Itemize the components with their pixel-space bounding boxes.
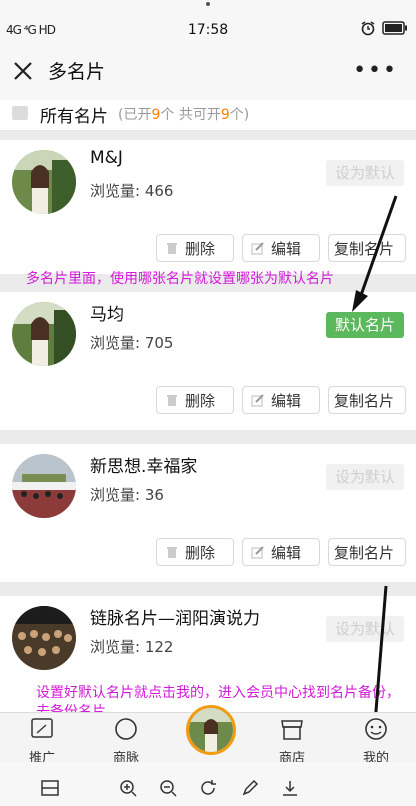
card-actions: 删除 编辑 复制名片 (156, 386, 406, 414)
title-bar: 多名片 ••• (0, 42, 416, 101)
total-count: 9 (220, 107, 230, 123)
more-options-icon[interactable]: ••• (353, 58, 398, 83)
edit-label: 编辑 (271, 543, 302, 562)
tab-mine[interactable]: 我的 (346, 715, 406, 766)
bottom-toolbar (0, 762, 416, 806)
card-views: 浏览量: 122 (90, 638, 174, 656)
edit-button[interactable]: 编辑 (242, 234, 320, 262)
card-name: 新思想.幸福家 (90, 457, 198, 477)
card-name: 马均 (90, 305, 124, 325)
copy-label: 复制名片 (334, 543, 395, 562)
copy-label: 复制名片 (334, 239, 395, 258)
info-suffix: 个) (229, 107, 250, 123)
folder-icon (12, 106, 28, 120)
info-middle: 个 共可开 (160, 107, 221, 123)
zoom-in-icon[interactable] (118, 778, 138, 798)
edit-icon (251, 546, 264, 559)
pencil-icon[interactable] (240, 778, 260, 798)
copy-card-button[interactable]: 复制名片 (328, 538, 406, 566)
alarm-icon (361, 21, 375, 36)
tab-network[interactable]: 商脉 (96, 715, 156, 766)
header-label: 所有名片 (40, 107, 108, 127)
edit-icon (251, 394, 264, 407)
info-prefix: (已开 (118, 107, 152, 123)
page-title: 多名片 (48, 61, 106, 83)
camera-dot (206, 2, 210, 6)
delete-button[interactable]: 删除 (156, 234, 234, 262)
tab-center-avatar[interactable] (186, 705, 236, 755)
tab-shop[interactable]: 商店 (262, 715, 322, 766)
bottom-tab-bar: 推广 商脉 商店 我的 (0, 705, 416, 766)
card-item: 马均 浏览量: 705 默认名片 删除 编辑 复制名片 (0, 292, 416, 430)
delete-label: 删除 (185, 543, 216, 562)
card-name: 链脉名片—润阳演说力 (90, 609, 260, 629)
delete-label: 删除 (185, 391, 216, 410)
rotate-icon[interactable] (198, 778, 218, 798)
set-default-button[interactable]: 设为默认 (326, 160, 404, 186)
smiley-icon (365, 718, 387, 740)
status-time: 17:58 (187, 22, 229, 38)
close-icon[interactable] (12, 60, 34, 82)
avatar (12, 454, 76, 518)
copy-label: 复制名片 (334, 391, 395, 410)
network-icon (115, 718, 137, 740)
card-views: 浏览量: 705 (90, 334, 174, 352)
trash-icon (167, 395, 177, 406)
tab-promote[interactable]: 推广 (12, 715, 72, 766)
delete-button[interactable]: 删除 (156, 386, 234, 414)
set-default-button[interactable]: 设为默认 (326, 616, 404, 642)
card-name: M&J (90, 148, 123, 168)
card-views: 浏览量: 36 (90, 486, 164, 504)
cards-header: 所有名片 (已开9个 共可开9个) (0, 100, 416, 131)
layout-icon[interactable] (40, 778, 60, 798)
card-actions: 删除 编辑 复制名片 (156, 538, 406, 566)
download-icon[interactable] (280, 778, 300, 798)
copy-card-button[interactable]: 复制名片 (328, 234, 406, 262)
avatar (12, 606, 76, 670)
trash-icon (167, 547, 177, 558)
header-info: (已开9个 共可开9个) (118, 104, 249, 124)
zoom-out-icon[interactable] (158, 778, 178, 798)
set-default-button[interactable]: 设为默认 (326, 464, 404, 490)
edit-icon (251, 242, 264, 255)
promote-icon (31, 718, 53, 738)
copy-card-button[interactable]: 复制名片 (328, 386, 406, 414)
delete-button[interactable]: 删除 (156, 538, 234, 566)
status-bar: 4G ⁴G HD 17:58 (0, 0, 416, 42)
card-views: 浏览量: 466 (90, 182, 174, 200)
edit-label: 编辑 (271, 239, 302, 258)
edit-button[interactable]: 编辑 (242, 386, 320, 414)
card-item: 新思想.幸福家 浏览量: 36 设为默认 删除 编辑 复制名片 (0, 444, 416, 582)
avatar (12, 302, 76, 366)
edit-button[interactable]: 编辑 (242, 538, 320, 566)
status-icons (360, 20, 408, 36)
edit-label: 编辑 (271, 391, 302, 410)
annotation-top: 多名片里面，使用哪张名片就设置哪张为默认名片 (26, 271, 334, 287)
battery-icon (382, 21, 407, 35)
card-actions: 删除 编辑 复制名片 (156, 234, 406, 262)
avatar (12, 150, 76, 214)
card-item: M&J 浏览量: 466 设为默认 删除 编辑 复制名片 (0, 140, 416, 274)
default-card-button[interactable]: 默认名片 (326, 312, 404, 338)
delete-label: 删除 (185, 239, 216, 258)
shop-icon (281, 720, 303, 740)
trash-icon (167, 243, 177, 254)
